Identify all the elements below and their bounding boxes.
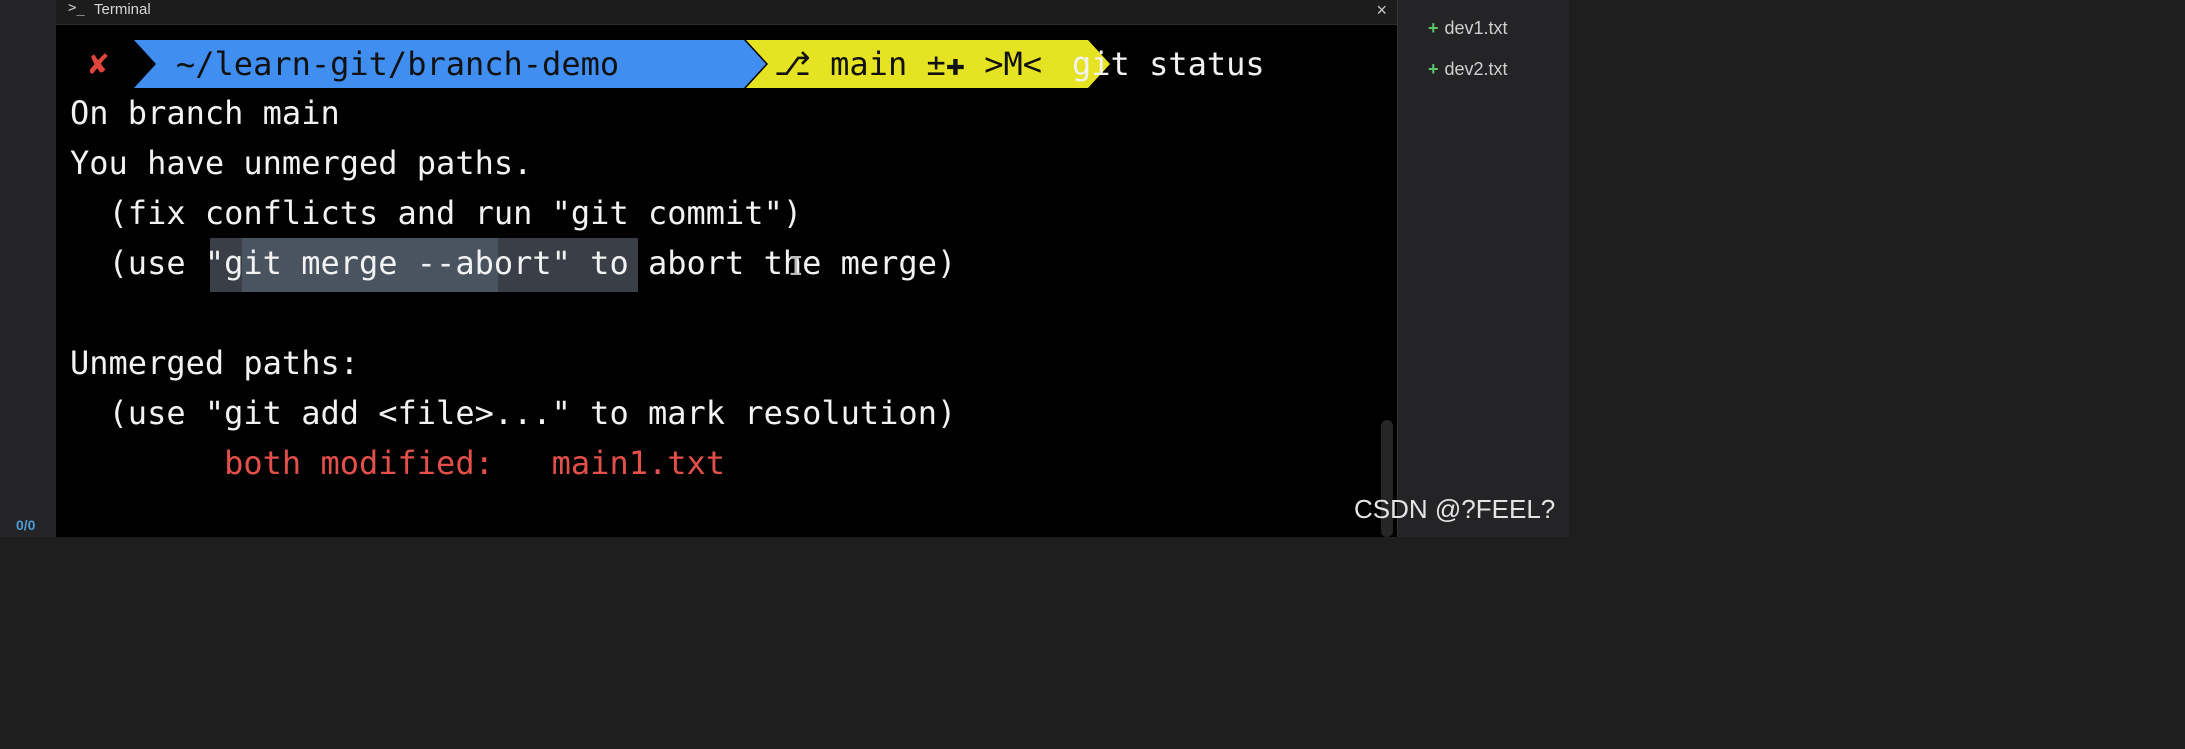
terminal-panel[interactable]: >_ Terminal × ✘ ~/learn-git/branch-demo … [56,0,1397,537]
output-line: (use "git add <file>..." to mark resolut… [70,394,957,432]
added-icon: + [1428,59,1439,79]
terminal-tab-bar: >_ Terminal × [56,0,1397,25]
output-line: (use "git merge --abort" to abort the me… [70,244,957,282]
added-icon: + [1428,18,1439,38]
problem-count[interactable]: 0/0 [16,517,35,533]
prompt-branch: ⎇ main ±✚ >M< [774,45,1042,83]
left-gutter: 0/0 [0,0,56,537]
watermark: CSDN @?FEEL? [1354,494,1556,524]
changed-file-item[interactable]: + dev1.txt [1428,18,1508,39]
prompt-command: git status [1072,45,1265,83]
output-line: (fix conflicts and run "git commit") [70,194,803,232]
changed-file-item[interactable]: + dev2.txt [1428,59,1508,80]
output-line: On branch main [70,94,340,132]
output-line: Unmerged paths: [70,344,359,382]
file-name: dev2.txt [1444,59,1508,79]
conflict-file-line: both modified: main1.txt [70,444,726,482]
error-status-icon: ✘ [89,44,109,82]
close-icon[interactable]: × [1376,0,1387,21]
prompt-branch-label: main ±✚ >M< [830,45,1043,83]
text-cursor-icon: I [788,252,804,282]
changed-files-panel: + dev1.txt + dev2.txt [1397,0,1569,537]
shell-prompt: ✘ ~/learn-git/branch-demo ⎇ main ±✚ >M< … [56,38,1397,90]
git-branch-icon: ⎇ [774,45,811,83]
terminal-icon: >_ [68,0,85,16]
output-line: You have unmerged paths. [70,144,533,182]
file-name: dev1.txt [1444,18,1508,38]
terminal-tab-title[interactable]: Terminal [94,1,151,18]
prompt-path: ~/learn-git/branch-demo [176,45,620,83]
